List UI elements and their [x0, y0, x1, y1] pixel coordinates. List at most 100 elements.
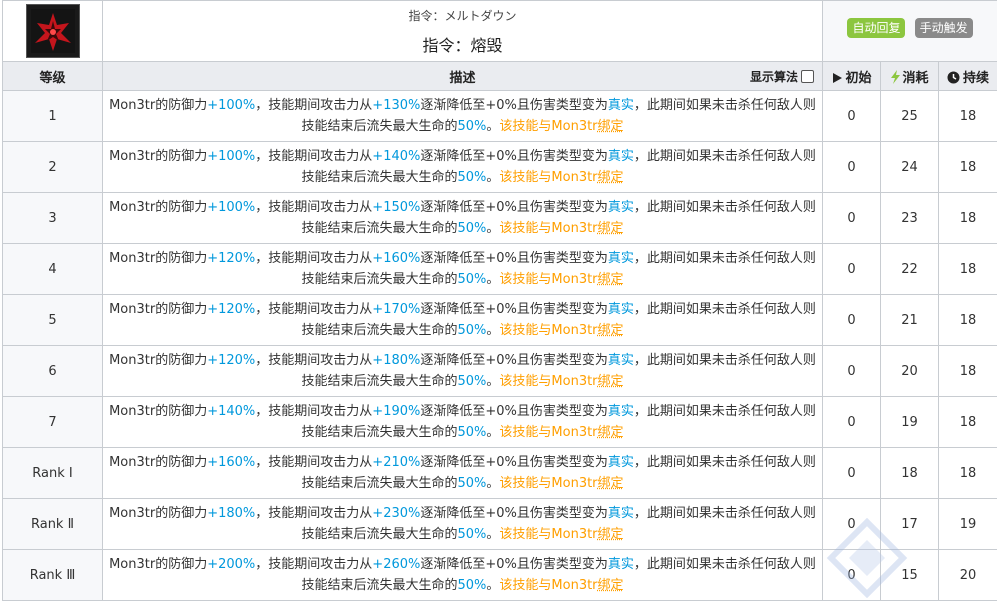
desc-text-2: ，技能期间攻击力从	[255, 251, 372, 266]
initial-sp-cell: 0	[823, 244, 881, 295]
atk-bonus-value: +150%	[372, 200, 420, 215]
bind-link[interactable]: 绑定	[598, 221, 624, 236]
skill-table-container: 指令：メルトダウン 指令：熔毁 自动回复 手动触发 等级 描述 显示算法 初始	[2, 0, 997, 598]
true-damage-keyword: 真实	[608, 455, 634, 470]
col-duration: 持续	[939, 62, 997, 91]
desc-text-5: 。	[486, 578, 499, 593]
description-cell: Mon3tr的防御力+200%，技能期间攻击力从+260%逐渐降低至+0%且伤害…	[103, 550, 823, 601]
desc-text-3: 逐渐降低至+0%且伤害类型变为	[420, 353, 608, 368]
desc-text-3: 逐渐降低至+0%且伤害类型变为	[420, 404, 608, 419]
description-cell: Mon3tr的防御力+100%，技能期间攻击力从+130%逐渐降低至+0%且伤害…	[103, 91, 823, 142]
bind-link[interactable]: 绑定	[598, 425, 624, 440]
bind-link[interactable]: 绑定	[598, 119, 624, 134]
desc-text-2: ，技能期间攻击力从	[255, 455, 372, 470]
table-row: 4 Mon3tr的防御力+120%，技能期间攻击力从+160%逐渐降低至+0%且…	[3, 244, 997, 295]
level-cell: 7	[3, 397, 103, 448]
atk-bonus-value: +230%	[372, 506, 420, 521]
hp-loss-value: 50%	[457, 476, 486, 491]
def-bonus-value: +140%	[207, 404, 255, 419]
desc-text-3: 逐渐降低至+0%且伤害类型变为	[420, 149, 608, 164]
duration-cell: 18	[939, 244, 997, 295]
skill-title-cell: 指令：メルトダウン 指令：熔毁	[103, 1, 823, 62]
table-row: 2 Mon3tr的防御力+100%，技能期间攻击力从+140%逐渐降低至+0%且…	[3, 142, 997, 193]
bind-link[interactable]: 绑定	[598, 476, 624, 491]
true-damage-keyword: 真实	[608, 557, 634, 572]
col-cost-label: 消耗	[903, 71, 929, 86]
hp-loss-value: 50%	[457, 374, 486, 389]
bind-note: 该技能与Mon3tr	[499, 527, 597, 542]
level-cell: Rank Ⅲ	[3, 550, 103, 601]
skill-icon-cell	[3, 1, 103, 62]
lightning-icon	[891, 70, 900, 84]
bind-note: 该技能与Mon3tr	[499, 272, 597, 287]
atk-bonus-value: +170%	[372, 302, 420, 317]
bind-link[interactable]: 绑定	[598, 578, 624, 593]
initial-sp-cell: 0	[823, 448, 881, 499]
play-icon	[832, 72, 843, 84]
col-initial: 初始	[823, 62, 881, 91]
desc-text-1: Mon3tr的防御力	[109, 200, 207, 215]
def-bonus-value: +100%	[207, 149, 255, 164]
table-row: 5 Mon3tr的防御力+120%，技能期间攻击力从+170%逐渐降低至+0%且…	[3, 295, 997, 346]
true-damage-keyword: 真实	[608, 404, 634, 419]
hp-loss-value: 50%	[457, 170, 486, 185]
description-cell: Mon3tr的防御力+180%，技能期间攻击力从+230%逐渐降低至+0%且伤害…	[103, 499, 823, 550]
bind-note: 该技能与Mon3tr	[499, 476, 597, 491]
bind-link[interactable]: 绑定	[598, 323, 624, 338]
level-cell: 1	[3, 91, 103, 142]
column-header-row: 等级 描述 显示算法 初始 消耗 持续	[3, 62, 997, 91]
initial-sp-cell: 0	[823, 550, 881, 601]
description-cell: Mon3tr的防御力+120%，技能期间攻击力从+180%逐渐降低至+0%且伤害…	[103, 346, 823, 397]
atk-bonus-value: +210%	[372, 455, 420, 470]
bind-link[interactable]: 绑定	[598, 527, 624, 542]
sp-cost-cell: 17	[881, 499, 939, 550]
table-row: 3 Mon3tr的防御力+100%，技能期间攻击力从+150%逐渐降低至+0%且…	[3, 193, 997, 244]
desc-text-3: 逐渐降低至+0%且伤害类型变为	[420, 98, 608, 113]
def-bonus-value: +100%	[207, 200, 255, 215]
bind-note: 该技能与Mon3tr	[499, 170, 597, 185]
true-damage-keyword: 真实	[608, 200, 634, 215]
desc-text-1: Mon3tr的防御力	[109, 98, 207, 113]
desc-text-3: 逐渐降低至+0%且伤害类型变为	[420, 251, 608, 266]
desc-text-2: ，技能期间攻击力从	[255, 506, 372, 521]
duration-cell: 18	[939, 448, 997, 499]
bind-link[interactable]: 绑定	[598, 170, 624, 185]
true-damage-keyword: 真实	[608, 353, 634, 368]
sp-cost-cell: 24	[881, 142, 939, 193]
level-cell: 3	[3, 193, 103, 244]
atk-bonus-value: +160%	[372, 251, 420, 266]
sp-cost-cell: 25	[881, 91, 939, 142]
desc-text-1: Mon3tr的防御力	[109, 557, 207, 572]
skill-table: 指令：メルトダウン 指令：熔毁 自动回复 手动触发 等级 描述 显示算法 初始	[2, 0, 997, 601]
bind-link[interactable]: 绑定	[598, 272, 624, 287]
desc-text-5: 。	[486, 425, 499, 440]
desc-text-1: Mon3tr的防御力	[109, 404, 207, 419]
skill-name-cn: 指令：熔毁	[103, 32, 822, 56]
show-formula-checkbox[interactable]	[801, 70, 814, 83]
skill-name-jp: 指令：メルトダウン	[103, 7, 822, 24]
def-bonus-value: +180%	[207, 506, 255, 521]
bind-note: 该技能与Mon3tr	[499, 323, 597, 338]
bind-note: 该技能与Mon3tr	[499, 374, 597, 389]
desc-text-5: 。	[486, 119, 499, 134]
description-cell: Mon3tr的防御力+120%，技能期间攻击力从+170%逐渐降低至+0%且伤害…	[103, 295, 823, 346]
desc-text-2: ，技能期间攻击力从	[255, 302, 372, 317]
level-cell: Rank Ⅱ	[3, 499, 103, 550]
desc-text-3: 逐渐降低至+0%且伤害类型变为	[420, 302, 608, 317]
atk-bonus-value: +140%	[372, 149, 420, 164]
table-row: 7 Mon3tr的防御力+140%，技能期间攻击力从+190%逐渐降低至+0%且…	[3, 397, 997, 448]
duration-cell: 18	[939, 91, 997, 142]
hp-loss-value: 50%	[457, 578, 486, 593]
hp-loss-value: 50%	[457, 272, 486, 287]
atk-bonus-value: +190%	[372, 404, 420, 419]
def-bonus-value: +120%	[207, 302, 255, 317]
skill-header-row: 指令：メルトダウン 指令：熔毁 自动回复 手动触发	[3, 1, 997, 62]
duration-cell: 18	[939, 346, 997, 397]
initial-sp-cell: 0	[823, 91, 881, 142]
initial-sp-cell: 0	[823, 142, 881, 193]
bind-link[interactable]: 绑定	[598, 374, 624, 389]
level-cell: 4	[3, 244, 103, 295]
duration-cell: 18	[939, 142, 997, 193]
show-formula-toggle[interactable]: 显示算法	[750, 68, 814, 85]
duration-cell: 20	[939, 550, 997, 601]
